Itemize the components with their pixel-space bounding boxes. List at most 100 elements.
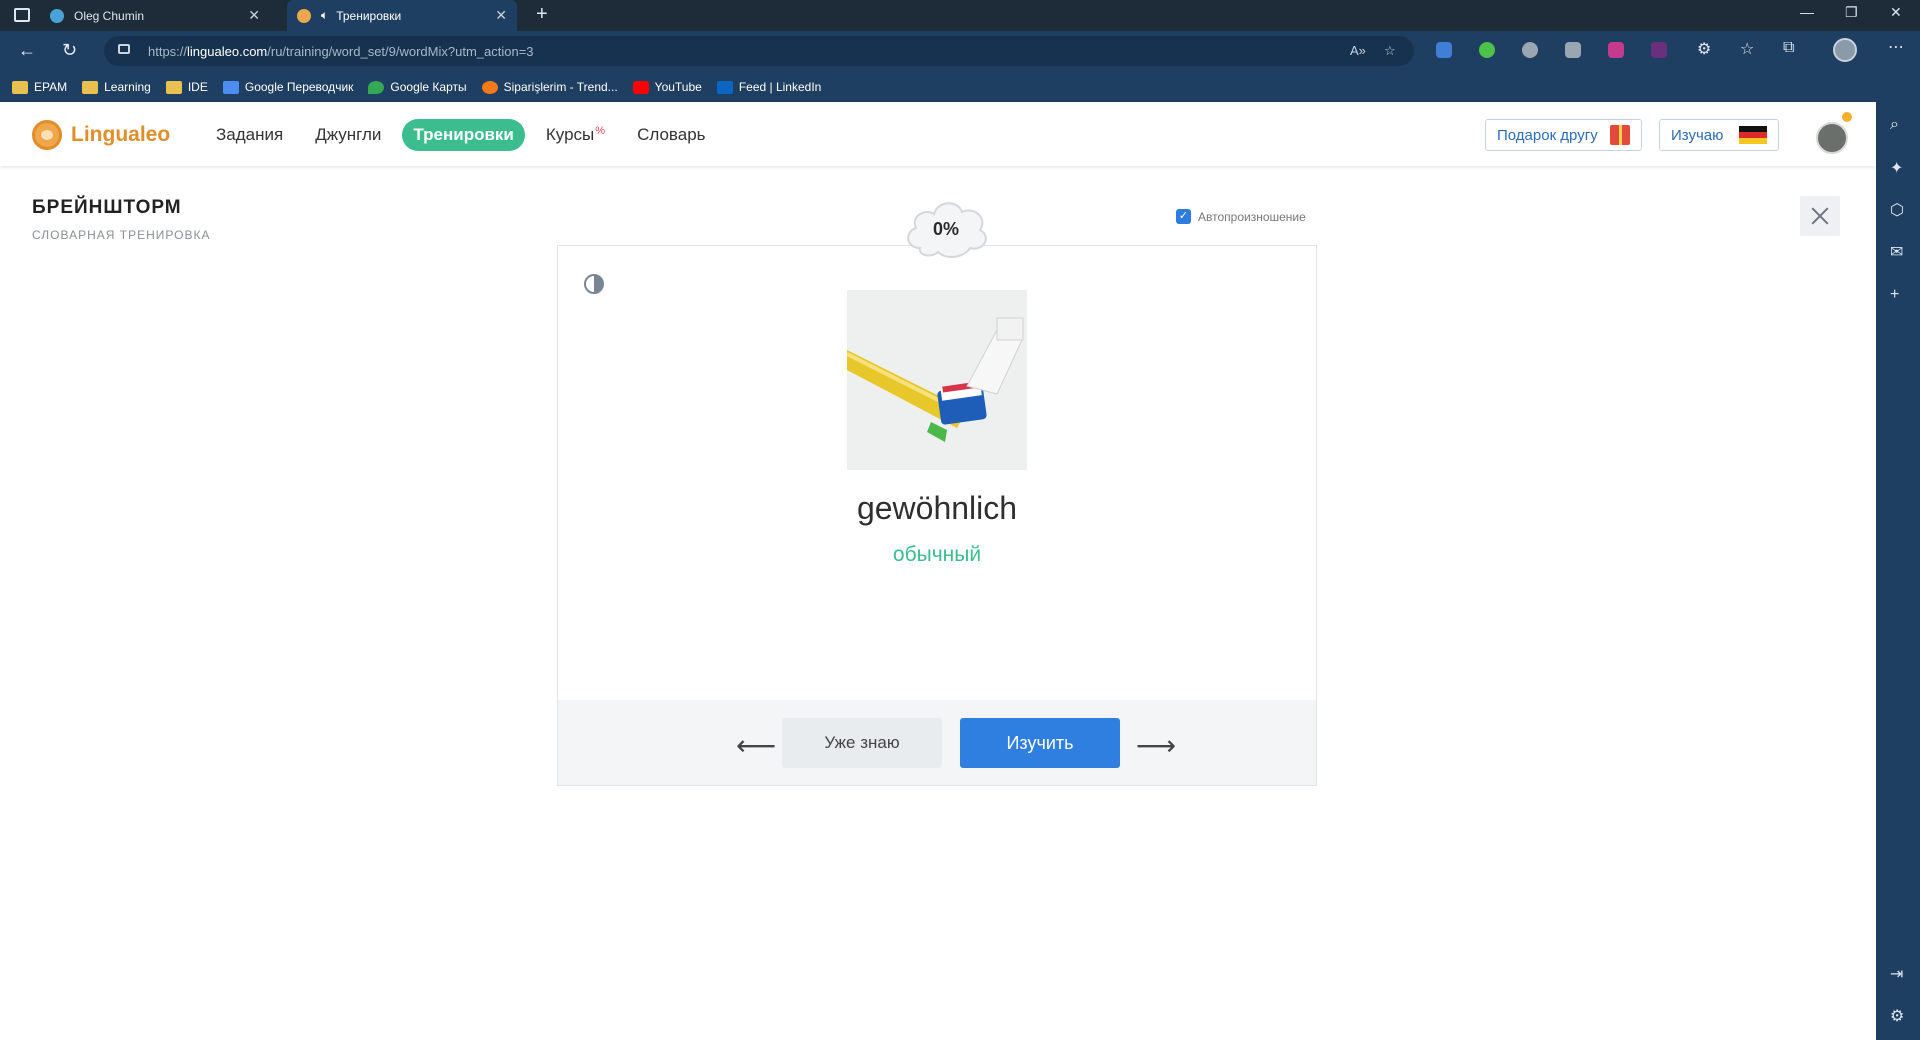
main-nav: Задания Джунгли Тренировки Курсы% Словар… — [205, 119, 727, 151]
tab-title: Тренировки — [336, 8, 402, 23]
extension-green-icon[interactable] — [1479, 42, 1495, 58]
word-picture — [847, 290, 1027, 470]
extension-purple-icon[interactable] — [1651, 42, 1667, 58]
site-logo[interactable]: Lingualeo — [71, 123, 170, 147]
trendyol-icon — [481, 80, 498, 94]
back-icon[interactable]: ← — [18, 40, 36, 61]
extension-gray2-icon[interactable] — [1565, 42, 1581, 58]
autopronounce-label: Автопроизношение — [1198, 209, 1306, 224]
autopronounce-toggle[interactable]: ✓ Автопроизношение — [1176, 209, 1306, 224]
toothbrush-image — [847, 290, 1027, 470]
bookmark-google-translate[interactable]: Google Переводчик — [222, 80, 354, 94]
more-menu-icon[interactable]: ⋯ — [1888, 37, 1904, 57]
extension-translate-icon[interactable] — [1436, 42, 1452, 58]
foreign-word: gewöhnlich — [856, 490, 1018, 526]
folder-icon — [82, 80, 99, 94]
hide-sidebar-icon[interactable]: ⇥ — [1890, 964, 1903, 984]
browser-toolbar: ← ↻ https://lingualeo.com/ru/training/wo… — [0, 31, 1920, 72]
folder-icon — [165, 80, 182, 94]
edge-profile-icon — [50, 8, 64, 23]
german-flag-icon — [1739, 126, 1768, 144]
new-tab-icon[interactable]: + — [536, 3, 548, 26]
bookmark-linkedin[interactable]: Feed | LinkedIn — [716, 80, 822, 94]
url-text[interactable]: https://lingualeo.com/ru/training/word_s… — [148, 44, 534, 59]
bookmark-label: Siparişlerim - Trend... — [503, 80, 618, 94]
copilot-icon[interactable]: ✦ — [1890, 158, 1903, 178]
bookmark-epam[interactable]: EPAM — [12, 80, 67, 94]
speaker-icon[interactable]: 🔈︎ — [321, 8, 328, 23]
nav-item-courses[interactable]: Курсы% — [535, 119, 616, 151]
extension-pink-icon[interactable] — [1608, 42, 1624, 58]
bookmark-label: Feed | LinkedIn — [738, 80, 822, 94]
games-icon[interactable]: ⬡ — [1890, 200, 1904, 220]
add-sidebar-app-icon[interactable]: + — [1890, 286, 1899, 304]
site-header: Lingualeo Задания Джунгли Тренировки Кур… — [0, 102, 1876, 166]
user-avatar[interactable] — [1816, 122, 1848, 154]
bookmark-trendyol[interactable]: Siparişlerim - Trend... — [481, 80, 618, 94]
bookmark-label: Google Переводчик — [244, 80, 354, 94]
learning-button-label: Изучаю — [1671, 126, 1724, 144]
lock-icon[interactable] — [118, 44, 130, 54]
browser-tab-bar: Oleg Chumin ✕ 🔈︎ Тренировки ✕ + — ❐ ✕ — [0, 0, 1920, 31]
learn-button[interactable]: Изучить — [960, 718, 1120, 768]
bookmark-label: YouTube — [654, 80, 702, 94]
discount-badge: % — [595, 125, 606, 137]
page-subtitle: СЛОВАРНАЯ ТРЕНИРОВКА — [32, 228, 211, 242]
bookmark-label: IDE — [187, 80, 208, 94]
tab-actions-icon[interactable] — [14, 8, 30, 22]
nav-item-trainings[interactable]: Тренировки — [402, 119, 525, 151]
nav-item-dictionary[interactable]: Словарь — [626, 119, 716, 151]
tab-title: Oleg Chumin — [74, 8, 145, 23]
collections-icon[interactable]: ⧉ — [1783, 39, 1794, 57]
address-bar[interactable]: https://lingualeo.com/ru/training/word_s… — [104, 36, 1414, 66]
edge-sidebar: ⌕ ✦ ⬡ ✉ + ⇥ ⚙ — [1876, 102, 1920, 1040]
nav-item-jungle[interactable]: Джунгли — [304, 119, 392, 151]
bookmark-ide[interactable]: IDE — [165, 80, 208, 94]
next-arrow-icon[interactable]: ⟶ — [1136, 729, 1176, 762]
autopronounce-checkbox[interactable]: ✓ — [1176, 209, 1191, 224]
bookmark-label: Google Карты — [390, 80, 467, 94]
refresh-icon[interactable]: ↻ — [62, 40, 77, 61]
read-aloud-icon[interactable]: A» — [1350, 43, 1366, 58]
browser-tab-trainings[interactable]: 🔈︎ Тренировки ✕ — [287, 0, 517, 31]
google-maps-icon — [368, 80, 385, 94]
nav-item-label: Курсы — [545, 125, 595, 144]
linkedin-icon — [716, 80, 733, 94]
already-know-button[interactable]: Уже знаю — [782, 718, 942, 768]
browser-tab-oleg-chumin[interactable]: Oleg Chumin ✕ — [40, 0, 270, 31]
gift-button-label: Подарок другу — [1497, 126, 1598, 144]
google-translate-icon — [222, 80, 239, 94]
bookmark-label: EPAM — [34, 80, 68, 94]
close-window-icon[interactable]: ✕ — [1890, 4, 1902, 21]
folder-icon — [12, 80, 28, 94]
restore-icon[interactable]: ❐ — [1845, 4, 1858, 21]
learning-language-button[interactable]: Изучаю — [1659, 119, 1780, 151]
favorites-icon[interactable]: ☆ — [1740, 39, 1754, 59]
close-training-button[interactable] — [1800, 196, 1840, 236]
tab-close-icon[interactable]: ✕ — [495, 7, 507, 24]
word-translation: обычный — [892, 543, 982, 566]
extensions-puzzle-icon[interactable]: ⚙ — [1697, 39, 1711, 59]
contrast-toggle-icon[interactable] — [584, 274, 604, 294]
bookmark-label: Learning — [104, 80, 151, 94]
nav-item-tasks[interactable]: Задания — [205, 119, 294, 151]
minimize-icon[interactable]: — — [1800, 4, 1814, 20]
notification-dot — [1842, 112, 1852, 122]
profile-avatar[interactable] — [1833, 38, 1857, 62]
page-title: БРЕЙНШТОРМ — [32, 197, 182, 218]
outlook-icon[interactable]: ✉ — [1890, 242, 1903, 262]
extension-gray-icon[interactable] — [1522, 42, 1538, 58]
bookmark-youtube[interactable]: YouTube — [632, 80, 702, 94]
gift-icon — [1609, 125, 1630, 145]
gift-friend-button[interactable]: Подарок другу — [1485, 119, 1642, 151]
bookmarks-bar: EPAM Learning IDE Google Переводчик Goog… — [0, 72, 1920, 102]
bookmark-google-maps[interactable]: Google Карты — [368, 80, 467, 94]
lingualeo-favicon-icon — [297, 8, 311, 23]
sidebar-settings-icon[interactable]: ⚙ — [1890, 1006, 1904, 1026]
search-icon[interactable]: ⌕ — [1890, 116, 1899, 134]
bookmark-learning[interactable]: Learning — [82, 80, 151, 94]
lingualeo-logo-icon[interactable] — [32, 120, 62, 150]
tab-close-icon[interactable]: ✕ — [248, 7, 260, 24]
favorite-star-icon[interactable]: ☆ — [1384, 43, 1396, 59]
previous-arrow-icon[interactable]: ⟵ — [736, 729, 776, 762]
